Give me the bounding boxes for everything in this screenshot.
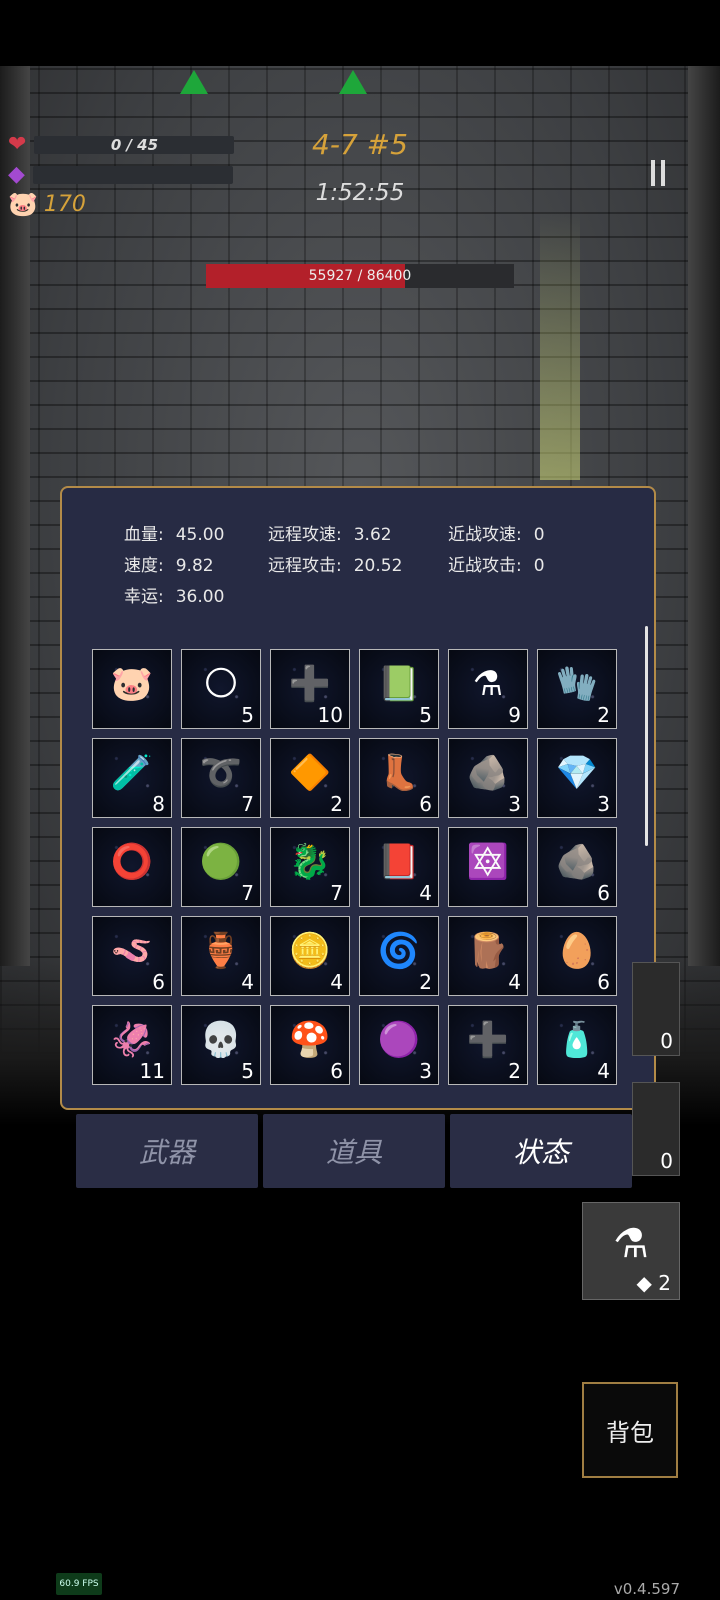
item-count: 6 — [330, 1059, 343, 1083]
item-count: 4 — [597, 1059, 610, 1083]
item-count: 3 — [508, 792, 521, 816]
potion-count: ◆ 2 — [636, 1271, 671, 1295]
item-count: 2 — [419, 970, 432, 994]
tab-bar: 武器 道具 状态 — [76, 1114, 632, 1188]
item-slot[interactable]: 📕 4 — [359, 827, 439, 907]
bag-button[interactable]: 背包 — [582, 1382, 678, 1478]
item-slot[interactable]: 🐉 7 — [270, 827, 350, 907]
item-icon: 🔯 — [466, 842, 510, 882]
item-slot[interactable]: 👢 6 — [359, 738, 439, 818]
side-slot-1[interactable]: 0 — [632, 962, 680, 1056]
item-slot[interactable]: 🥚 6 — [537, 916, 617, 996]
item-count: 5 — [241, 1059, 254, 1083]
item-slot[interactable]: 🧴 4 — [537, 1005, 617, 1085]
stat-melee-speed: 近战攻速: 0 — [448, 525, 545, 545]
item-count: 5 — [241, 703, 254, 727]
tab-weapons[interactable]: 武器 — [76, 1114, 258, 1188]
status-panel: 血量: 45.00 速度: 9.82 幸运: 36.00 远程攻速: 3.62 远程攻击… — [60, 486, 656, 1110]
boss-hp-text: 55927 / 86400 — [308, 268, 412, 284]
item-slot[interactable]: 🐷 — [92, 649, 172, 729]
item-count: 7 — [330, 881, 343, 905]
item-count: 2 — [330, 792, 343, 816]
item-count: 2 — [597, 703, 610, 727]
item-slot[interactable]: 🍄 6 — [270, 1005, 350, 1085]
item-slot[interactable]: ➕ 10 — [270, 649, 350, 729]
item-slot[interactable]: 💎 3 — [537, 738, 617, 818]
item-slot[interactable]: 📗 5 — [359, 649, 439, 729]
item-count: 4 — [241, 970, 254, 994]
item-slot[interactable]: 🌀 2 — [359, 916, 439, 996]
item-slot[interactable]: 🪨 3 — [448, 738, 528, 818]
stage-label: 4-7 #5 — [312, 128, 408, 161]
item-slot[interactable]: 🪙 4 — [270, 916, 350, 996]
item-count: 9 — [508, 703, 521, 727]
item-count: 7 — [241, 792, 254, 816]
item-slot[interactable]: 🟣 3 — [359, 1005, 439, 1085]
item-slot[interactable]: 🧤 2 — [537, 649, 617, 729]
fps-counter: 60.9 FPS — [56, 1573, 102, 1595]
item-slot[interactable]: 🪱 6 — [92, 916, 172, 996]
item-slot[interactable]: 🦑 11 — [92, 1005, 172, 1085]
item-slot[interactable]: 🏺 4 — [181, 916, 261, 996]
item-count: 6 — [152, 970, 165, 994]
item-slot[interactable]: ➰ 7 — [181, 738, 261, 818]
item-count: 7 — [241, 881, 254, 905]
timer: 1:52:55 — [315, 180, 405, 206]
item-slot[interactable]: 🪨 6 — [537, 827, 617, 907]
item-count: 3 — [597, 792, 610, 816]
item-count: 4 — [330, 970, 343, 994]
item-icon: 🐷 — [110, 664, 154, 704]
enemy-marker-left — [180, 70, 208, 94]
version-label: v0.4.597 — [613, 1580, 680, 1598]
item-count: 6 — [597, 970, 610, 994]
stat-melee-attack: 近战攻击: 0 — [448, 556, 545, 576]
pause-button[interactable] — [651, 160, 671, 190]
item-count: 3 — [419, 1059, 432, 1083]
item-count: 10 — [317, 703, 343, 727]
item-slot[interactable]: 🔶 2 — [270, 738, 350, 818]
item-count: 8 — [152, 792, 165, 816]
item-count: 4 — [419, 881, 432, 905]
stat-ranged-attack: 远程攻击: 20.52 — [268, 556, 403, 576]
stat-luck: 幸运: 36.00 — [124, 587, 225, 607]
side-slot-2[interactable]: 0 — [632, 1082, 680, 1176]
item-icon: ⭕ — [110, 842, 154, 882]
item-slot[interactable]: ⭕ — [92, 827, 172, 907]
stat-ranged-speed: 远程攻速: 3.62 — [268, 525, 392, 545]
enemy-marker-right — [339, 70, 367, 94]
item-count: 2 — [508, 1059, 521, 1083]
item-slot[interactable]: ➕ 2 — [448, 1005, 528, 1085]
item-slot[interactable]: 🪵 4 — [448, 916, 528, 996]
light-beam — [540, 210, 580, 480]
potion-icon: ⚗ — [613, 1221, 649, 1267]
item-grid: 🐷 🌕 5 ➕ 10 📗 5 ⚗ 9 🧤 2 🧪 8 ➰ 7 🔶 2 👢 6 🪨 3 💎 3 ⭕ 🟢 7 🐉 7 📕 4 🔯 🪨 6 🪱 6 🏺 4 🪙 4… — [92, 649, 622, 1099]
item-count: 6 — [597, 881, 610, 905]
boss-hp-bar: 55927 / 86400 — [206, 264, 514, 288]
item-slot[interactable]: 🌕 5 — [181, 649, 261, 729]
item-count: 11 — [139, 1059, 165, 1083]
item-slot[interactable]: 🧪 8 — [92, 738, 172, 818]
item-slot[interactable]: 🟢 7 — [181, 827, 261, 907]
stat-hp: 血量: 45.00 — [124, 525, 225, 545]
tab-items[interactable]: 道具 — [263, 1114, 445, 1188]
item-count: 5 — [419, 703, 432, 727]
item-slot[interactable]: ⚗ 9 — [448, 649, 528, 729]
scrollbar[interactable] — [645, 626, 648, 846]
stat-speed: 速度: 9.82 — [124, 556, 214, 576]
item-slot[interactable]: 🔯 — [448, 827, 528, 907]
item-count: 4 — [508, 970, 521, 994]
tab-status[interactable]: 状态 — [450, 1114, 632, 1188]
item-slot[interactable]: 💀 5 — [181, 1005, 261, 1085]
potion-slot[interactable]: ⚗ ◆ 2 — [582, 1202, 680, 1300]
item-count: 6 — [419, 792, 432, 816]
